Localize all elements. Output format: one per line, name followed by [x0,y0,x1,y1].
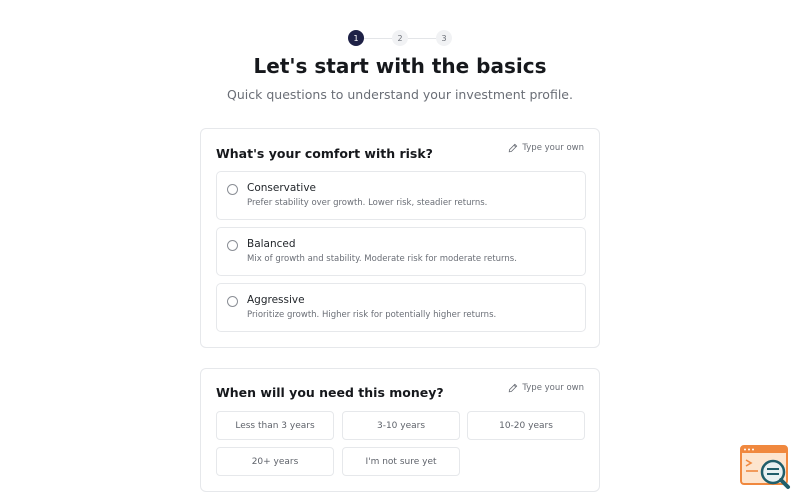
page-title: Let's start with the basics [253,54,547,78]
option-description: Mix of growth and stability. Moderate ri… [247,254,517,264]
time-horizon-card: When will you need this money? Type your… [200,368,600,492]
risk-question-title: What's your comfort with risk? [216,146,433,161]
option-label: Aggressive [247,294,305,306]
step-3-indicator: 3 [436,30,452,46]
risk-question-card: What's your comfort with risk? Type your… [200,128,600,348]
page-subtitle: Quick questions to understand your inves… [227,87,573,102]
step-1-indicator: 1 [348,30,364,46]
type-your-own-label: Type your own [522,143,584,153]
radio-button[interactable] [227,296,238,307]
step-connector [364,37,392,39]
option-label: Balanced [247,238,296,250]
time-option-not-sure[interactable]: I'm not sure yet [342,447,460,476]
risk-option-aggressive[interactable]: Aggressive Prioritize growth. Higher ris… [216,283,586,332]
time-option-10-20-years[interactable]: 10-20 years [467,411,585,440]
pencil-icon [509,143,518,153]
time-option-less-than-3-years[interactable]: Less than 3 years [216,411,334,440]
type-your-own-button[interactable]: Type your own [508,383,584,393]
step-2-indicator: 2 [392,30,408,46]
app-logo-icon [740,445,790,489]
radio-button[interactable] [227,240,238,251]
risk-option-conservative[interactable]: Conservative Prefer stability over growt… [216,171,586,220]
time-horizon-title: When will you need this money? [216,385,444,400]
risk-option-balanced[interactable]: Balanced Mix of growth and stability. Mo… [216,227,586,276]
time-option-3-10-years[interactable]: 3-10 years [342,411,460,440]
option-description: Prefer stability over growth. Lower risk… [247,198,488,208]
step-connector [408,37,436,39]
option-description: Prioritize growth. Higher risk for poten… [247,310,497,320]
type-your-own-label: Type your own [522,383,584,393]
progress-stepper: 1 2 3 [0,30,800,46]
radio-button[interactable] [227,184,238,195]
pencil-icon [509,383,518,393]
option-label: Conservative [247,182,317,194]
time-option-20-plus-years[interactable]: 20+ years [216,447,334,476]
type-your-own-button[interactable]: Type your own [508,143,584,153]
